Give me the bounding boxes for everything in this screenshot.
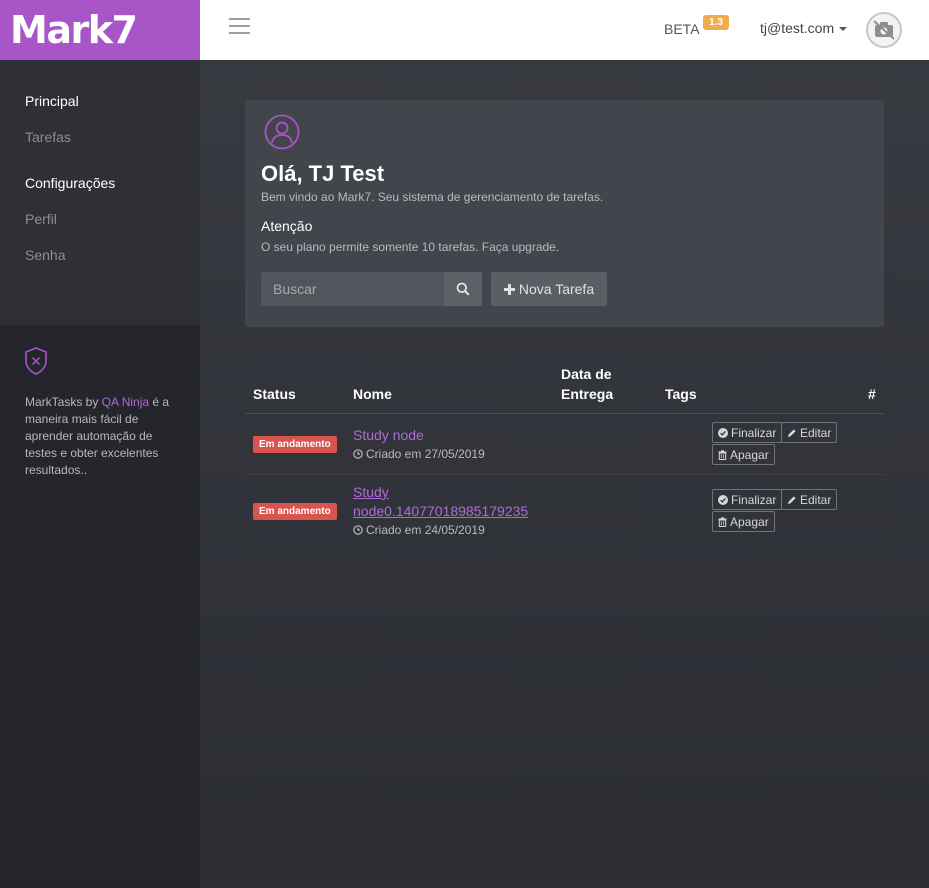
search-input[interactable] [261, 272, 444, 306]
search-button[interactable] [444, 272, 482, 306]
attention-title: Atenção [261, 218, 313, 234]
plus-icon [503, 283, 515, 295]
new-task-button[interactable]: Nova Tarefa [491, 272, 607, 306]
shield-icon [25, 347, 47, 375]
sidebar-menu: Principal Tarefas Configurações Perfil S… [0, 60, 200, 325]
top-navbar: Mark7 BETA 1.3 tj@test.com [0, 0, 929, 60]
column-header-tags: Tags [665, 386, 697, 402]
delete-task-button[interactable]: Apagar [712, 511, 775, 532]
trash-icon [718, 449, 727, 460]
logo-text: Mark7 [10, 8, 138, 52]
finish-label: Finalizar [731, 425, 777, 440]
beta-label: BETA [664, 21, 700, 37]
avatar[interactable] [866, 12, 902, 48]
main-content: Olá, TJ Test Bem vindo ao Mark7. Seu sis… [200, 60, 929, 888]
edit-task-button[interactable]: Editar [781, 422, 838, 443]
attention-text: O seu plano permite somente 10 tarefas. … [261, 240, 560, 254]
qa-ninja-link[interactable]: QA Ninja [102, 395, 149, 409]
search-icon [456, 282, 470, 296]
new-task-label: Nova Tarefa [518, 281, 595, 297]
sidebar-info-text: MarkTasks by QA Ninja é a maneira mais f… [25, 394, 175, 479]
column-header-status: Status [253, 386, 296, 402]
finish-task-button[interactable]: Finalizar [712, 422, 783, 443]
task-name-link[interactable]: Study [353, 483, 389, 502]
created-date: Criado em 27/05/2019 [353, 447, 485, 461]
sidebar-section-principal: Principal [25, 93, 79, 109]
task-name-link[interactable]: Study node [353, 426, 424, 445]
sidebar-section-configuracoes: Configurações [25, 175, 116, 191]
finish-task-button[interactable]: Finalizar [712, 489, 783, 510]
brand-logo[interactable]: Mark7 [0, 0, 200, 60]
table-row: Em andamento Study node Criado em 27/05/… [245, 414, 884, 474]
sidebar-info: MarkTasks by QA Ninja é a maneira mais f… [0, 325, 200, 479]
sidebar-item-tarefas[interactable]: Tarefas [0, 129, 200, 147]
greeting-title: Olá, TJ Test [261, 161, 385, 186]
check-circle-icon [718, 494, 728, 505]
menu-toggle-icon[interactable] [229, 18, 250, 36]
check-circle-icon [718, 427, 728, 438]
finish-label: Finalizar [731, 492, 777, 507]
edit-label: Editar [800, 425, 832, 440]
welcome-panel: Olá, TJ Test Bem vindo ao Mark7. Seu sis… [245, 100, 884, 327]
sidebar-item-perfil[interactable]: Perfil [0, 211, 200, 229]
info-prefix: MarkTasks by [25, 395, 102, 409]
pencil-icon [788, 495, 796, 504]
user-menu-dropdown[interactable]: tj@test.com [760, 20, 848, 36]
column-header-name: Nome [353, 386, 392, 402]
sidebar-item-senha[interactable]: Senha [0, 247, 200, 265]
no-camera-icon [873, 20, 895, 40]
delete-label: Apagar [730, 447, 769, 462]
column-header-due-line2: Entrega [561, 386, 614, 402]
task-name-link-continued[interactable]: node0.14077018985179235 [353, 502, 528, 521]
table-row: Em andamento Study node0.140770189851792… [245, 475, 884, 545]
status-badge: Em andamento [253, 503, 337, 520]
status-badge: Em andamento [253, 436, 337, 453]
delete-label: Apagar [730, 514, 769, 529]
caret-down-icon [839, 27, 848, 31]
column-header-due-line1: Data de [561, 366, 612, 382]
delete-task-button[interactable]: Apagar [712, 444, 775, 465]
trash-icon [718, 516, 727, 527]
user-email: tj@test.com [760, 20, 835, 36]
created-date: Criado em 24/05/2019 [353, 523, 485, 537]
user-icon [264, 114, 300, 150]
welcome-text: Bem vindo ao Mark7. Seu sistema de geren… [261, 190, 604, 204]
clock-icon [353, 449, 363, 459]
column-header-actions: # [868, 386, 876, 402]
edit-label: Editar [800, 492, 832, 507]
version-badge: 1.3 [703, 15, 729, 30]
edit-task-button[interactable]: Editar [781, 489, 838, 510]
sidebar: Principal Tarefas Configurações Perfil S… [0, 60, 200, 888]
created-date-text: Criado em 27/05/2019 [366, 447, 485, 461]
created-date-text: Criado em 24/05/2019 [366, 523, 485, 537]
clock-icon [353, 525, 363, 535]
pencil-icon [788, 428, 796, 437]
